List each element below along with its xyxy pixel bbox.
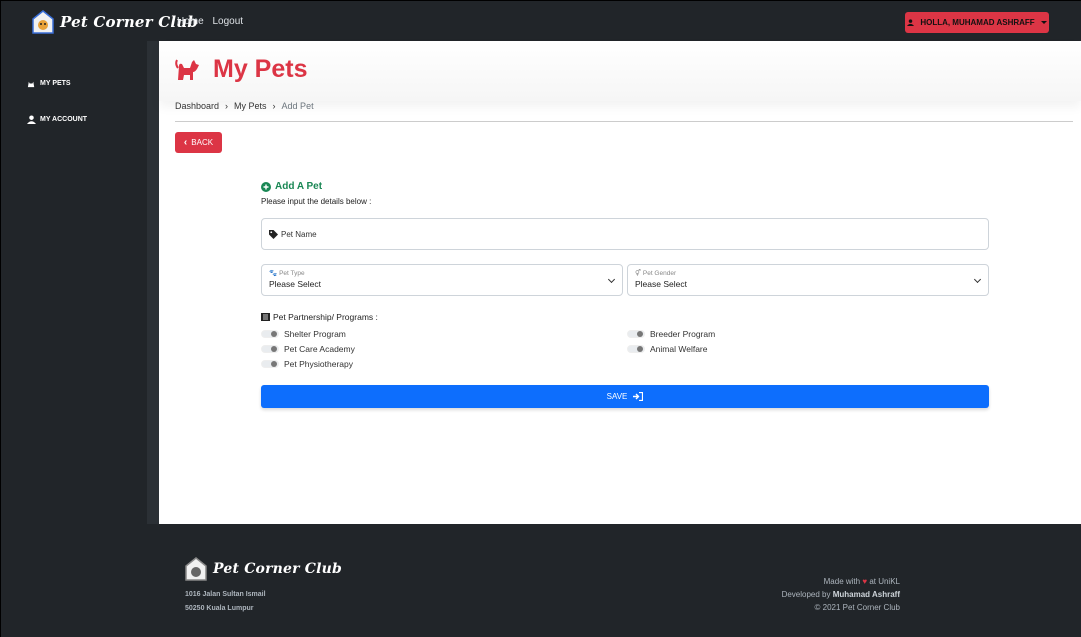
made-with-post: at UniKL	[869, 577, 900, 586]
programs-label: Pet Partnership/ Programs :	[261, 312, 378, 322]
caret-down-icon	[1040, 21, 1047, 24]
sidebar-gutter	[147, 41, 159, 524]
pet-gender-label-wrap: ⚥ Pet Gender	[635, 269, 981, 278]
toggle-switch[interactable]	[261, 345, 279, 353]
program-label: Breeder Program	[650, 329, 716, 339]
made-with-pre: Made with	[823, 577, 861, 586]
user-icon	[907, 19, 915, 26]
sidebar-item-label: MY PETS	[40, 80, 71, 87]
dog-house-icon	[185, 557, 207, 581]
dog-house-icon	[32, 10, 54, 34]
sidebar-item-my-account[interactable]: MY ACCOUNT	[27, 115, 87, 124]
breadcrumb-dashboard[interactable]: Dashboard	[175, 101, 219, 111]
save-button[interactable]: SAVE	[261, 385, 989, 408]
copyright: © 2021 Pet Corner Club	[814, 603, 901, 612]
list-icon	[261, 313, 270, 321]
programs-label-text: Pet Partnership/ Programs :	[273, 312, 378, 322]
toggle-switch[interactable]	[261, 330, 279, 338]
user-icon	[27, 115, 36, 124]
save-button-label: SAVE	[606, 392, 628, 401]
chevron-right-icon: ›	[272, 101, 276, 111]
toggle-switch[interactable]	[261, 360, 279, 368]
program-toggle-physiotherapy[interactable]: Pet Physiotherapy	[261, 359, 353, 369]
developed-by-line: Developed by Muhamad Ashraff	[782, 588, 900, 601]
paw-icon: 🐾	[269, 270, 278, 277]
page-header: My Pets	[159, 41, 1081, 101]
address-line-1: 1016 Jalan Sultan Ismail	[185, 591, 266, 598]
developer-name: Muhamad Ashraff	[832, 590, 900, 599]
form-title: Add A Pet	[261, 181, 989, 192]
program-label: Pet Care Academy	[284, 344, 355, 354]
sidebar-item-label: MY ACCOUNT	[40, 116, 88, 123]
program-toggle-breeder[interactable]: Breeder Program	[627, 329, 715, 339]
heart-icon: ♥	[862, 577, 868, 586]
main-content: My Pets Dashboard › My Pets › Add Pet ‹ …	[159, 41, 1081, 524]
chevron-right-icon: ›	[225, 101, 229, 111]
pet-type-value: Please Select	[269, 279, 321, 289]
breadcrumb-my-pets[interactable]: My Pets	[234, 101, 267, 111]
gender-icon: ⚥	[635, 270, 641, 277]
chevron-left-icon: ‹	[183, 137, 188, 148]
pet-gender-label: Pet Gender	[642, 269, 677, 277]
nav-home-link[interactable]: Home	[177, 16, 204, 27]
top-navbar: Pet Corner Club Home Logout HOLLA, MUHAM…	[1, 1, 1081, 41]
pet-type-label: Pet Type	[279, 269, 305, 277]
footer-address: 1016 Jalan Sultan Ismail 50250 Kuala Lum…	[185, 588, 266, 616]
footer-credits: Made with ♥ at UniKL Developed by Muhama…	[782, 575, 900, 614]
brand-logo[interactable]: Pet Corner Club	[32, 10, 198, 34]
cat-icon	[27, 81, 35, 88]
toggle-switch[interactable]	[627, 345, 645, 353]
developed-by-label: Developed by	[781, 590, 831, 599]
program-toggle-shelter[interactable]: Shelter Program	[261, 329, 346, 339]
form-subtitle: Please input the details below :	[261, 197, 372, 206]
footer-logo: Pet Corner Club	[185, 557, 342, 581]
pet-name-input[interactable]: Pet Name	[261, 218, 989, 250]
user-menu-label: HOLLA, MUHAMAD ASHRAFF	[920, 18, 1035, 27]
sidebar-item-my-pets[interactable]: MY PETS	[27, 79, 71, 88]
program-toggle-animal-welfare[interactable]: Animal Welfare	[627, 344, 707, 354]
footer-brand: Pet Corner Club	[213, 561, 343, 577]
pet-name-placeholder: Pet Name	[281, 229, 317, 239]
program-label: Shelter Program	[284, 329, 346, 339]
user-menu-button[interactable]: HOLLA, MUHAMAD ASHRAFF	[905, 12, 1049, 33]
divider	[175, 121, 1073, 122]
pet-gender-value: Please Select	[635, 279, 687, 289]
program-toggle-care-academy[interactable]: Pet Care Academy	[261, 344, 355, 354]
program-label: Pet Physiotherapy	[284, 359, 353, 369]
nav-logout-link[interactable]: Logout	[212, 16, 243, 27]
cat-icon	[175, 59, 199, 80]
breadcrumb: Dashboard › My Pets › Add Pet	[175, 101, 314, 111]
made-with-line: Made with ♥ at UniKL	[782, 575, 900, 588]
sidebar: MY PETS MY ACCOUNT	[1, 41, 147, 524]
toggle-switch[interactable]	[627, 330, 645, 338]
program-label: Animal Welfare	[650, 344, 708, 354]
top-nav: Home Logout	[177, 16, 249, 27]
page-title-wrap: My Pets	[175, 55, 307, 84]
address-line-2: 50250 Kuala Lumpur	[185, 605, 254, 612]
add-pet-form: Add A Pet Please input the details below…	[261, 181, 989, 408]
pet-gender-select[interactable]: ⚥ Pet Gender Please Select	[627, 264, 989, 296]
plus-circle-icon	[261, 181, 271, 192]
back-button-label: BACK	[191, 138, 214, 147]
pet-type-select[interactable]: 🐾 Pet Type Please Select	[261, 264, 623, 296]
pet-type-label-wrap: 🐾 Pet Type	[269, 269, 615, 278]
page-title: My Pets	[213, 55, 308, 83]
footer: Pet Corner Club 1016 Jalan Sultan Ismail…	[1, 524, 1081, 637]
breadcrumb-add-pet: Add Pet	[281, 101, 314, 111]
form-title-text: Add A Pet	[275, 181, 323, 192]
sign-in-icon	[633, 392, 644, 401]
back-button[interactable]: ‹ BACK	[175, 132, 222, 153]
tag-icon	[269, 229, 278, 239]
